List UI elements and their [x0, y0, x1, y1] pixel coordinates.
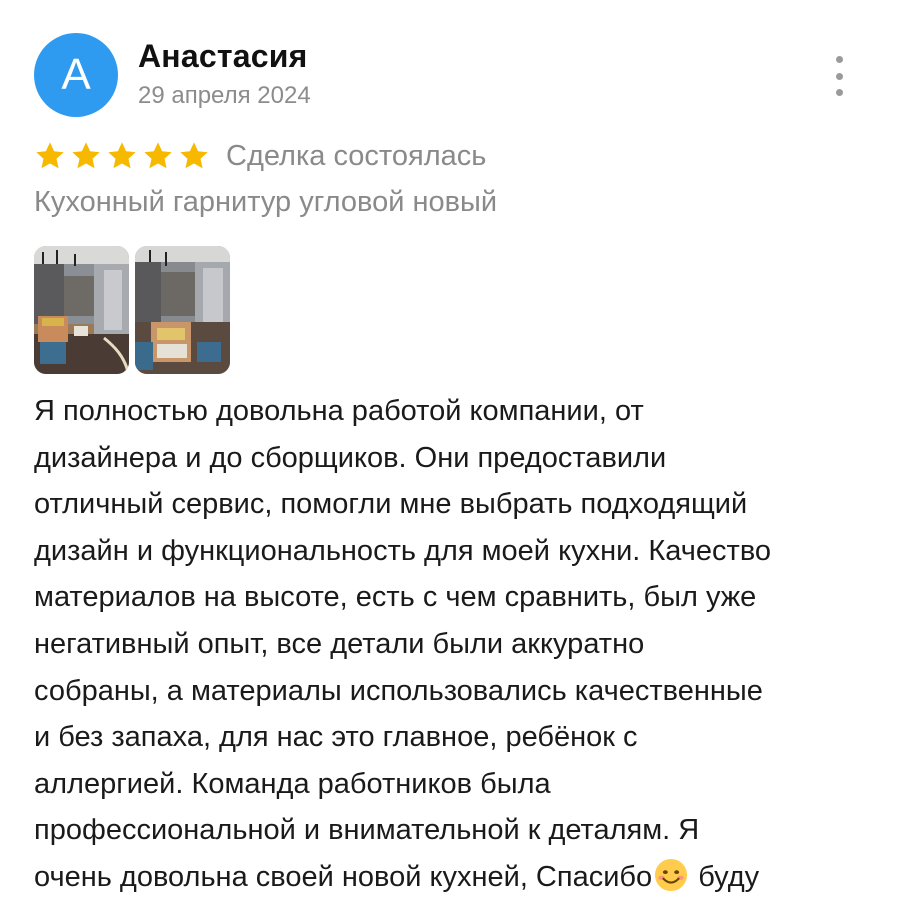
review-text-fragment: очень довольна своей новой кухней, Спаси… — [34, 860, 653, 893]
author-name: Анастасия — [138, 38, 308, 74]
review-text-line: материалов на высоте, есть с чем сравнит… — [34, 581, 757, 614]
smiling-face-emoji-icon — [655, 858, 688, 891]
star-rating — [34, 140, 210, 172]
review-date: 29 апреля 2024 — [138, 82, 311, 109]
rating-row: Сделка состоялась — [34, 138, 486, 174]
review-text-line: собраны, а материалы использовались каче… — [34, 674, 763, 707]
kitchen-photo-image — [34, 246, 129, 374]
kitchen-photo-image — [135, 246, 230, 374]
star-icon — [144, 142, 172, 169]
avatar[interactable]: А — [34, 33, 118, 117]
star-icon — [180, 142, 208, 169]
review-text-line: Я полностью довольна работой компании, о… — [34, 395, 644, 427]
product-title[interactable]: Кухонный гарнитур угловой новый — [34, 186, 497, 219]
review-text-line: дизайнера и до сборщиков. Они предостави… — [34, 441, 667, 474]
more-dot — [835, 72, 843, 80]
review-photo[interactable] — [34, 246, 129, 374]
review-text-last-line: очень довольна своей новой кухней, Спаси… — [34, 854, 884, 901]
deal-status: Сделка состоялась — [226, 139, 487, 172]
more-dot — [835, 89, 843, 96]
review-text-line: дизайн и функциональность для моей кухни… — [34, 534, 772, 567]
review-text-fragment: буду — [690, 860, 760, 893]
review-text-line: профессиональной и внимательной к деталя… — [34, 814, 700, 847]
review-text: Я полностью довольна работой компании, о… — [34, 388, 884, 901]
more-dot — [835, 56, 843, 63]
review-text-line: и без запаха, для нас это главное, ребён… — [34, 721, 638, 754]
star-icon — [36, 142, 64, 169]
review-text-line: отличный сервис, помогли мне выбрать под… — [34, 488, 748, 521]
avatar-initial: А — [61, 50, 91, 99]
more-vertical-icon[interactable] — [826, 56, 852, 96]
star-icon — [72, 142, 100, 169]
review-text-line: негативный опыт, все детали были аккурат… — [34, 627, 645, 660]
review-photo[interactable] — [135, 246, 230, 374]
star-icon — [108, 142, 136, 169]
review-text-line: аллергией. Команда работников была — [34, 767, 551, 800]
photo-gallery — [34, 246, 230, 374]
